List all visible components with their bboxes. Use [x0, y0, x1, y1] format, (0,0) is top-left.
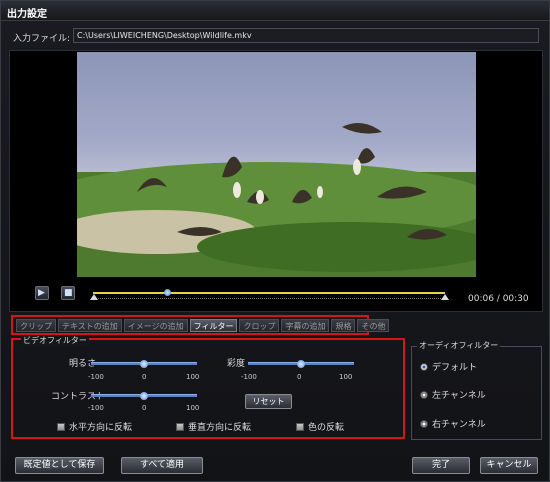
tab-add-text[interactable]: テキストの追加	[58, 319, 122, 332]
contrast-thumb[interactable]	[140, 392, 148, 400]
radio-icon	[420, 420, 428, 428]
timeline-playhead[interactable]	[163, 289, 171, 296]
output-settings-window: 出力設定 入力ファイル: C:\Users\LIWEICHENG\Desktop…	[0, 0, 550, 482]
flip-horizontal-checkbox[interactable]: 水平方向に反転	[57, 420, 132, 433]
saturation-slider[interactable]	[248, 360, 354, 368]
invert-color-label: 色の反転	[308, 423, 345, 433]
apply-all-button[interactable]: すべて適用	[121, 457, 203, 474]
input-file-label: 入力ファイル:	[13, 34, 71, 44]
contrast-slider[interactable]	[91, 392, 197, 400]
trim-end-marker[interactable]	[441, 294, 449, 300]
input-file-path[interactable]: C:\Users\LIWEICHENG\Desktop\Wildlife.mkv	[73, 28, 539, 43]
video-filter-title: ビデオフィルター	[21, 335, 89, 346]
tab-format[interactable]: 規格	[331, 319, 356, 332]
checkbox-box	[57, 423, 65, 431]
flip-horizontal-label: 水平方向に反転	[69, 423, 133, 433]
timeline-ticks	[93, 298, 445, 299]
video-preview	[77, 52, 476, 277]
ok-button[interactable]: 完了	[412, 457, 470, 474]
radio-left-channel[interactable]: 左チャンネル	[420, 388, 486, 401]
radio-left-label: 左チャンネル	[432, 391, 486, 401]
brightness-min: -100	[88, 373, 104, 381]
cancel-button[interactable]: キャンセル	[480, 457, 538, 474]
radio-right-channel[interactable]: 右チャンネル	[420, 417, 486, 430]
radio-right-label: 右チャンネル	[432, 420, 486, 430]
saturation-min: -100	[241, 373, 257, 381]
radio-default-label: デフォルト	[432, 363, 478, 373]
saturation-mid: 0	[297, 373, 302, 381]
flip-vertical-checkbox[interactable]: 垂直方向に反転	[176, 420, 251, 433]
saturation-thumb[interactable]	[297, 360, 305, 368]
contrast-min: -100	[88, 404, 104, 412]
tab-add-image[interactable]: イメージの追加	[123, 319, 188, 332]
saturation-label: 彩度	[227, 359, 246, 369]
invert-color-checkbox[interactable]: 色の反転	[296, 420, 344, 433]
save-as-default-button[interactable]: 既定値として保存	[15, 457, 104, 474]
tab-crop[interactable]: クロップ	[239, 319, 280, 332]
stop-button[interactable]: ■	[61, 286, 75, 300]
saturation-max: 100	[339, 373, 353, 381]
brightness-slider[interactable]	[91, 360, 197, 368]
tab-other[interactable]: その他	[357, 319, 390, 332]
tab-filter[interactable]: フィルター	[189, 319, 238, 332]
checkbox-box	[296, 423, 304, 431]
window-title: 出力設定	[7, 9, 47, 20]
radio-default[interactable]: デフォルト	[420, 360, 477, 373]
audio-filter-title: オーディオフィルター	[417, 340, 501, 351]
video-frame-image	[77, 123, 476, 277]
play-button[interactable]: ▶	[35, 286, 49, 300]
brightness-max: 100	[186, 373, 200, 381]
stop-icon: ■	[64, 288, 73, 298]
play-icon: ▶	[38, 288, 45, 298]
brightness-thumb[interactable]	[140, 360, 148, 368]
radio-selected-icon	[420, 363, 428, 371]
time-readout: 00:06 / 00:30	[468, 294, 529, 304]
brightness-mid: 0	[142, 373, 147, 381]
timeline-track	[93, 292, 445, 294]
flip-vertical-label: 垂直方向に反転	[188, 423, 252, 433]
trim-start-marker[interactable]	[90, 294, 98, 300]
title-bar: 出力設定	[1, 1, 549, 21]
contrast-mid: 0	[142, 404, 147, 412]
radio-icon	[420, 391, 428, 399]
timeline-slider[interactable]	[90, 288, 449, 304]
checkbox-box	[176, 423, 184, 431]
reset-button[interactable]: リセット	[245, 394, 292, 409]
contrast-max: 100	[186, 404, 200, 412]
tab-clip[interactable]: クリップ	[16, 319, 56, 332]
tab-bar: クリップ テキストの追加 イメージの追加 フィルター クロップ 字幕の追加 規格…	[11, 315, 390, 335]
tab-add-subtitle[interactable]: 字幕の追加	[281, 319, 330, 332]
